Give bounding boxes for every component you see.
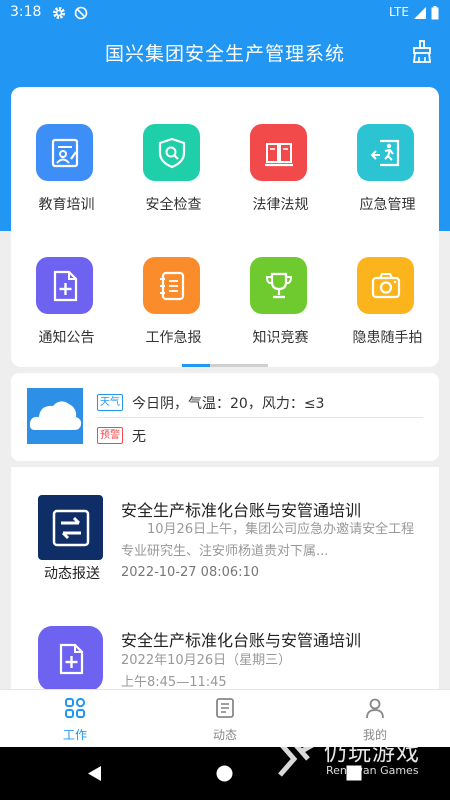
- training-icon: [51, 138, 78, 167]
- news-item[interactable]: 动态报送 安全生产标准化台账与安管通培训 10月26日上午，集团公司应急办邀请安…: [11, 481, 439, 596]
- grid-item-label: 教育培训: [38, 197, 95, 213]
- weather-card: 天气 今日阴，气温：20，风力：≤3 预警 无: [11, 373, 439, 461]
- grid-item-education[interactable]: 教育培训: [13, 124, 120, 234]
- weather-tag: 天气: [97, 394, 123, 411]
- back-icon[interactable]: [86, 765, 102, 782]
- cloud-icon: [27, 388, 83, 444]
- watermark-logo: [278, 740, 318, 777]
- emergency-tile: [357, 124, 414, 181]
- tab-label: 工作: [62, 728, 87, 742]
- grid-item-quiz[interactable]: 知识竞赛: [227, 257, 334, 367]
- battery-icon: [431, 6, 439, 20]
- news-thumbnail: [38, 626, 103, 691]
- book-icon: [264, 142, 293, 166]
- signal-icon: [414, 7, 426, 19]
- news-item[interactable]: 安全生产标准化台账与安管通培训 2022年10月26日（星期三） 上午8:45—…: [11, 613, 439, 691]
- grid-item-label: 工作急报: [145, 330, 202, 346]
- home-icon[interactable]: [216, 765, 233, 782]
- sync-icon: [52, 509, 89, 546]
- emergency-exit-icon: [370, 139, 399, 166]
- news-thumbnail-label: 动态报送: [44, 566, 100, 582]
- law-tile: [250, 124, 307, 181]
- broom-icon[interactable]: [410, 40, 434, 64]
- news-summary: 10月26日上午，集团公司应急办邀请安全工程专业研究生、注安师杨道贵对下属...: [121, 522, 415, 559]
- news-title: 安全生产标准化台账与安管通培训: [121, 501, 362, 520]
- grid-item-work-report[interactable]: 工作急报: [120, 257, 227, 367]
- notice-tile: [36, 257, 93, 314]
- page-indicator-inactive: [210, 364, 268, 367]
- notepad-icon: [159, 271, 184, 300]
- gear-icon: [53, 7, 65, 19]
- grid-item-label: 安全检查: [145, 197, 202, 213]
- quiz-tile: [250, 257, 307, 314]
- user-icon: [366, 698, 384, 719]
- grid-item-law[interactable]: 法律法规: [227, 124, 334, 234]
- function-grid: 教育培训 安全检查 法律法规 应急管理 通知公告 工作急报 知识竞赛 隐患随手拍: [11, 87, 439, 367]
- grid-item-label: 隐患随手拍: [352, 330, 423, 346]
- watermark-text-cn: 仍玩游戏: [324, 740, 420, 766]
- news-title: 安全生产标准化台账与安管通培训: [121, 631, 362, 650]
- title-bar: 国兴集团安全生产管理系统: [0, 26, 450, 78]
- page-indicator-active: [182, 364, 210, 367]
- news-date: 2022-10-27 08:06:10: [121, 565, 260, 580]
- work-report-tile: [143, 257, 200, 314]
- grid-icon: [65, 697, 86, 718]
- sync-off-icon: [74, 6, 88, 20]
- grid-item-label: 知识竞赛: [252, 330, 309, 346]
- watermark: 仍玩游戏 Rengwan Games: [274, 733, 444, 785]
- weather-text: 今日阴，气温：20，风力：≤3: [132, 396, 325, 412]
- status-bar: 3:18 LTE: [0, 0, 450, 26]
- network-label: LTE: [389, 5, 409, 19]
- news-list: 动态报送 安全生产标准化台账与安管通培训 10月26日上午，集团公司应急办邀请安…: [11, 467, 439, 691]
- camera-icon: [371, 272, 400, 298]
- grid-item-label: 法律法规: [252, 197, 309, 213]
- news-summary: 2022年10月26日（星期三） 上午8:45—11:45: [121, 653, 292, 689]
- grid-item-hazard-photo[interactable]: 隐患随手拍: [334, 257, 441, 367]
- warning-tag: 预警: [97, 427, 123, 444]
- training-tile: [36, 124, 93, 181]
- grid-item-emergency[interactable]: 应急管理: [334, 124, 441, 234]
- tab-work[interactable]: 工作: [0, 690, 150, 748]
- grid-item-label: 通知公告: [38, 330, 95, 346]
- hazard-photo-tile: [357, 257, 414, 314]
- status-time: 3:18: [10, 4, 42, 20]
- news-thumbnail: [38, 495, 103, 560]
- grid-item-label: 应急管理: [359, 197, 416, 213]
- safety-check-tile: [143, 124, 200, 181]
- watermark-text-en: Rengwan Games: [326, 764, 419, 777]
- news-icon: [216, 698, 234, 718]
- shield-search-icon: [158, 137, 185, 168]
- grid-item-safety-check[interactable]: 安全检查: [120, 124, 227, 234]
- trophy-icon: [265, 272, 292, 298]
- app-title: 国兴集团安全生产管理系统: [104, 43, 345, 65]
- warning-text: 无: [132, 429, 146, 445]
- document-add-icon: [59, 643, 83, 674]
- weather-divider: [97, 417, 423, 418]
- document-add-icon: [53, 270, 77, 301]
- grid-item-notice[interactable]: 通知公告: [13, 257, 120, 367]
